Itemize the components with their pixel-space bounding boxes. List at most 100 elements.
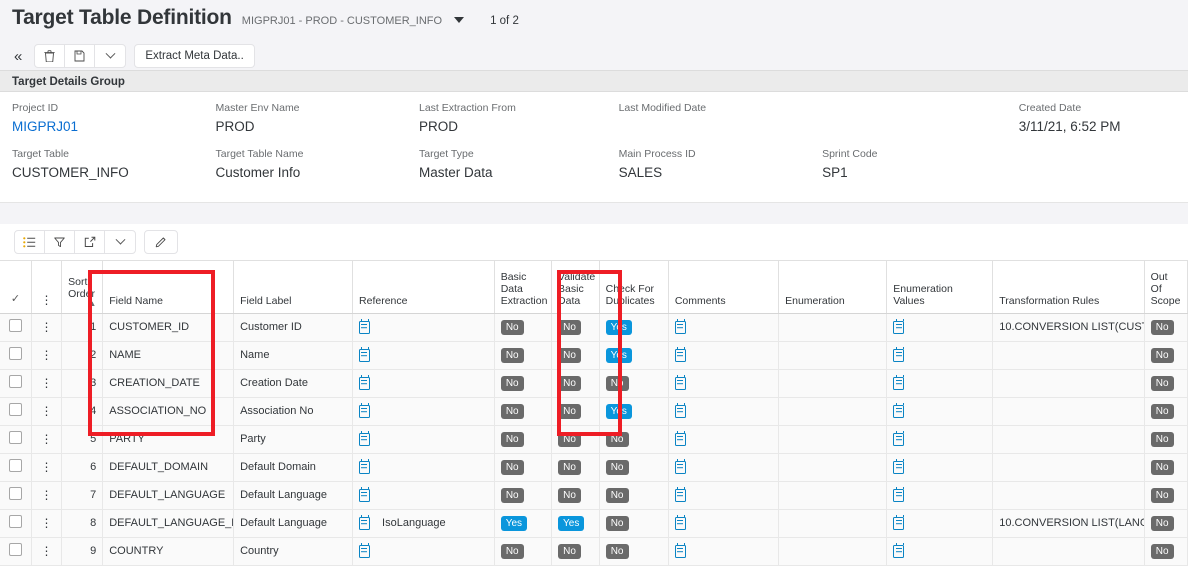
comments-note-icon[interactable]: [675, 461, 686, 474]
column-header-check-for-duplicates[interactable]: Check For Duplicates: [599, 261, 668, 313]
sort-button[interactable]: [15, 231, 45, 253]
basic-data-extraction-badge[interactable]: Yes: [501, 516, 527, 531]
reference-note-icon[interactable]: [359, 545, 370, 558]
save-button[interactable]: [65, 45, 95, 67]
export-button[interactable]: [75, 231, 105, 253]
filter-button[interactable]: [45, 231, 75, 253]
validate-basic-data-badge[interactable]: No: [558, 432, 581, 447]
table-row[interactable]: ⋮5PARTYPartyNoNoNoNo: [0, 425, 1188, 453]
comments-note-icon[interactable]: [675, 321, 686, 334]
reference-note-icon[interactable]: [359, 461, 370, 474]
enumeration-values-note-icon[interactable]: [893, 433, 904, 446]
row-select-checkbox[interactable]: [9, 375, 22, 388]
enumeration-values-note-icon[interactable]: [893, 545, 904, 558]
validate-basic-data-badge[interactable]: No: [558, 348, 581, 363]
comments-note-icon[interactable]: [675, 405, 686, 418]
column-header-reference[interactable]: Reference: [353, 261, 495, 313]
check-for-duplicates-badge[interactable]: No: [606, 488, 629, 503]
validate-basic-data-badge[interactable]: No: [558, 320, 581, 335]
validate-basic-data-badge[interactable]: No: [558, 544, 581, 559]
row-select-checkbox[interactable]: [9, 347, 22, 360]
out-of-scope-badge[interactable]: No: [1151, 320, 1174, 335]
export-menu-button[interactable]: [105, 231, 135, 253]
basic-data-extraction-badge[interactable]: No: [501, 404, 524, 419]
validate-basic-data-badge[interactable]: No: [558, 460, 581, 475]
basic-data-extraction-badge[interactable]: No: [501, 460, 524, 475]
select-all-header[interactable]: ✓: [0, 261, 31, 313]
check-for-duplicates-badge[interactable]: Yes: [606, 320, 632, 335]
overflow-dots-icon[interactable]: ⋮: [38, 546, 55, 556]
table-row[interactable]: ⋮6DEFAULT_DOMAINDefault DomainNoNoNoNo: [0, 453, 1188, 481]
column-header-field-label[interactable]: Field Label: [234, 261, 353, 313]
table-row[interactable]: ⋮2NAMENameNoNoYesNo: [0, 341, 1188, 369]
overflow-dots-icon[interactable]: ⋮: [38, 378, 55, 388]
out-of-scope-badge[interactable]: No: [1151, 516, 1174, 531]
check-for-duplicates-badge[interactable]: No: [606, 432, 629, 447]
basic-data-extraction-badge[interactable]: No: [501, 320, 524, 335]
table-row[interactable]: ⋮1CUSTOMER_IDCustomer IDNoNoYes10.CONVER…: [0, 313, 1188, 341]
overflow-dots-icon[interactable]: ⋮: [38, 322, 55, 332]
enumeration-values-note-icon[interactable]: [893, 349, 904, 362]
out-of-scope-badge[interactable]: No: [1151, 404, 1174, 419]
table-row[interactable]: ⋮7DEFAULT_LANGUAGEDefault LanguageNoNoNo…: [0, 481, 1188, 509]
validate-basic-data-badge[interactable]: No: [558, 376, 581, 391]
enumeration-values-note-icon[interactable]: [893, 461, 904, 474]
reference-note-icon[interactable]: [359, 321, 370, 334]
row-select-checkbox[interactable]: [9, 543, 22, 556]
overflow-dots-icon[interactable]: ⋮: [38, 406, 55, 416]
enumeration-values-note-icon[interactable]: [893, 517, 904, 530]
out-of-scope-badge[interactable]: No: [1151, 348, 1174, 363]
check-for-duplicates-badge[interactable]: Yes: [606, 348, 632, 363]
reference-note-icon[interactable]: [359, 349, 370, 362]
basic-data-extraction-badge[interactable]: No: [501, 376, 524, 391]
out-of-scope-badge[interactable]: No: [1151, 432, 1174, 447]
row-select-checkbox[interactable]: [9, 403, 22, 416]
comments-note-icon[interactable]: [675, 349, 686, 362]
overflow-dots-icon[interactable]: ⋮: [38, 518, 55, 528]
detail-value[interactable]: MIGPRJ01: [12, 118, 216, 136]
comments-note-icon[interactable]: [675, 545, 686, 558]
reference-note-icon[interactable]: [359, 405, 370, 418]
delete-button[interactable]: [35, 45, 65, 67]
basic-data-extraction-badge[interactable]: No: [501, 432, 524, 447]
extract-meta-data-button[interactable]: Extract Meta Data..: [134, 44, 254, 68]
out-of-scope-badge[interactable]: No: [1151, 460, 1174, 475]
edit-button[interactable]: [145, 231, 177, 253]
row-select-checkbox[interactable]: [9, 459, 22, 472]
basic-data-extraction-badge[interactable]: No: [501, 544, 524, 559]
row-select-checkbox[interactable]: [9, 431, 22, 444]
out-of-scope-badge[interactable]: No: [1151, 376, 1174, 391]
comments-note-icon[interactable]: [675, 433, 686, 446]
row-select-checkbox[interactable]: [9, 515, 22, 528]
check-for-duplicates-badge[interactable]: No: [606, 544, 629, 559]
basic-data-extraction-badge[interactable]: No: [501, 488, 524, 503]
out-of-scope-badge[interactable]: No: [1151, 488, 1174, 503]
validate-basic-data-badge[interactable]: Yes: [558, 516, 584, 531]
row-select-checkbox[interactable]: [9, 487, 22, 500]
column-header-validate-basic-data[interactable]: Validate Basic Data: [552, 261, 600, 313]
validate-basic-data-badge[interactable]: No: [558, 488, 581, 503]
table-row[interactable]: ⋮4ASSOCIATION_NOAssociation NoNoNoYesNo: [0, 397, 1188, 425]
column-header-basic-data-extraction[interactable]: Basic Data Extraction: [494, 261, 551, 313]
column-header-field-name[interactable]: Field Name: [103, 261, 234, 313]
validate-basic-data-badge[interactable]: No: [558, 404, 581, 419]
column-header-comments[interactable]: Comments: [668, 261, 778, 313]
check-for-duplicates-badge[interactable]: No: [606, 460, 629, 475]
enumeration-values-note-icon[interactable]: [893, 321, 904, 334]
basic-data-extraction-badge[interactable]: No: [501, 348, 524, 363]
check-for-duplicates-badge[interactable]: Yes: [606, 404, 632, 419]
reference-note-icon[interactable]: [359, 433, 370, 446]
collapse-left-icon[interactable]: «: [12, 49, 26, 64]
reference-note-icon[interactable]: [359, 377, 370, 390]
column-header-sort-order[interactable]: Sort Order ▲: [62, 261, 103, 313]
overflow-dots-icon[interactable]: ⋮: [38, 350, 55, 360]
out-of-scope-badge[interactable]: No: [1151, 544, 1174, 559]
reference-note-icon[interactable]: [359, 489, 370, 502]
comments-note-icon[interactable]: [675, 517, 686, 530]
column-header-transformation-rules[interactable]: Transformation Rules: [993, 261, 1144, 313]
comments-note-icon[interactable]: [675, 377, 686, 390]
caret-down-icon[interactable]: [454, 17, 464, 23]
enumeration-values-note-icon[interactable]: [893, 489, 904, 502]
enumeration-values-note-icon[interactable]: [893, 405, 904, 418]
reference-note-icon[interactable]: [359, 517, 370, 530]
